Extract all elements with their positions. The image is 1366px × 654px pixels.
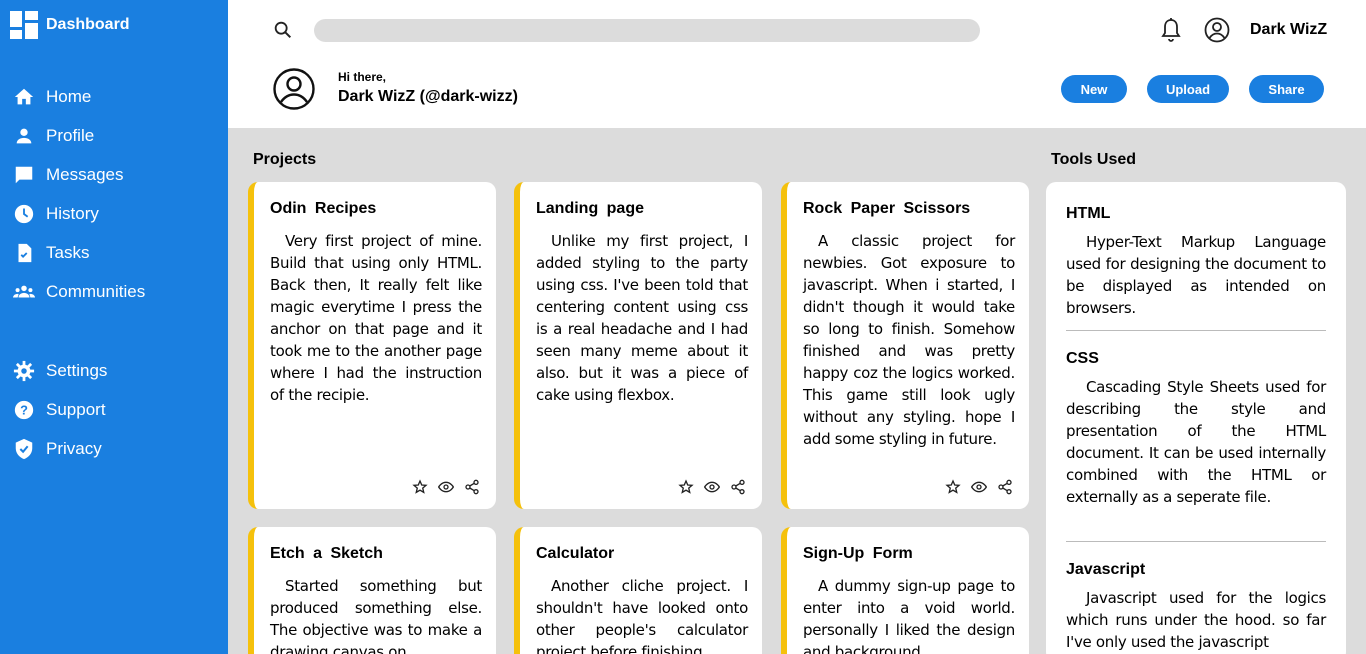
project-description: A classic project for newbies. Got expos…	[803, 232, 1015, 448]
search-icon[interactable]	[272, 19, 294, 41]
group-icon	[12, 280, 36, 304]
clock-icon	[12, 202, 36, 226]
sidebar-item-profile[interactable]: Profile	[12, 123, 94, 149]
share-icon[interactable]	[730, 479, 746, 495]
divider	[1066, 541, 1326, 542]
tool-description: Cascading Style Sheets used for describi…	[1066, 378, 1326, 506]
bell-icon[interactable]	[1159, 17, 1183, 43]
task-icon	[12, 241, 36, 265]
header: Dark WizZ Hi there, Dark WizZ (@dark-wiz…	[228, 0, 1366, 128]
star-icon[interactable]	[412, 479, 428, 495]
dashboard-icon	[10, 11, 38, 39]
project-card[interactable]: Sign-Up Form A dummy sign-up page to ent…	[781, 527, 1029, 654]
brand-label: Dashboard	[46, 16, 130, 33]
share-button[interactable]: Share	[1249, 75, 1324, 103]
sidebar-item-settings[interactable]: Settings	[12, 358, 107, 384]
project-title: Landing page	[536, 200, 644, 217]
tool-item: CSS Cascading Style Sheets used for desc…	[1066, 350, 1326, 508]
sidebar-item-label: Messages	[46, 165, 124, 184]
project-description: Unlike my first project, I added styling…	[536, 232, 748, 404]
sidebar-item-privacy[interactable]: Privacy	[12, 436, 102, 462]
brand[interactable]: Dashboard	[10, 10, 130, 40]
project-card[interactable]: Etch a Sketch Started something but prod…	[248, 527, 496, 654]
project-title: Etch a Sketch	[270, 545, 383, 562]
project-description: Another cliche project. I shouldn't have…	[536, 577, 748, 654]
sidebar-item-messages[interactable]: Messages	[12, 162, 123, 188]
tool-description: Javascript used for the logics which run…	[1066, 589, 1326, 651]
project-title: Odin Recipes	[270, 200, 377, 217]
star-icon[interactable]	[678, 479, 694, 495]
sidebar-item-label: Privacy	[46, 439, 102, 458]
tool-name: CSS	[1066, 350, 1099, 367]
tool-name: HTML	[1066, 205, 1111, 222]
divider	[1066, 330, 1326, 331]
message-icon	[12, 163, 36, 187]
sidebar-item-label: History	[46, 204, 99, 223]
new-button[interactable]: New	[1061, 75, 1127, 103]
eye-icon[interactable]	[703, 479, 721, 495]
eye-icon[interactable]	[970, 479, 988, 495]
sidebar-item-home[interactable]: Home	[12, 84, 91, 110]
tool-item: Javascript Javascript used for the logic…	[1066, 561, 1326, 653]
user-icon[interactable]	[1204, 17, 1230, 43]
display-name: Dark WizZ (@dark-wizz)	[338, 88, 518, 105]
sidebar-item-support[interactable]: ? Support	[12, 397, 106, 423]
projects-title: Projects	[253, 151, 317, 168]
gear-icon	[12, 359, 36, 383]
share-icon[interactable]	[997, 479, 1013, 495]
tool-item: HTML Hyper-Text Markup Language used for…	[1066, 205, 1326, 319]
sidebar-item-label: Profile	[46, 126, 95, 145]
star-icon[interactable]	[945, 479, 961, 495]
person-icon	[12, 124, 36, 148]
sidebar: Dashboard Home Profile Messages History …	[0, 0, 228, 654]
sidebar-item-label: Support	[46, 400, 106, 419]
upload-button[interactable]: Upload	[1147, 75, 1229, 103]
project-title: Rock Paper Scissors	[803, 200, 971, 217]
sidebar-item-communities[interactable]: Communities	[12, 279, 145, 305]
eye-icon[interactable]	[437, 479, 455, 495]
tool-name: Javascript	[1066, 561, 1146, 578]
project-title: Sign-Up Form	[803, 545, 913, 562]
greeting: Hi there,	[338, 70, 387, 84]
sidebar-item-label: Communities	[46, 282, 146, 301]
sidebar-item-label: Settings	[46, 361, 108, 380]
header-username[interactable]: Dark WizZ	[1250, 21, 1327, 39]
project-card[interactable]: Calculator Another cliche project. I sho…	[514, 527, 762, 654]
tools-panel: HTML Hyper-Text Markup Language used for…	[1046, 182, 1346, 654]
project-description: Started something but produced something…	[270, 577, 482, 654]
help-icon: ?	[12, 398, 36, 422]
avatar-icon	[272, 67, 316, 111]
project-card[interactable]: Odin Recipes Very first project of mine.…	[248, 182, 496, 509]
project-card[interactable]: Landing page Unlike my first project, I …	[514, 182, 762, 509]
project-card[interactable]: Rock Paper Scissors A classic project fo…	[781, 182, 1029, 509]
project-description: Very first project of mine. Build that u…	[270, 232, 482, 404]
tools-title: Tools Used	[1051, 151, 1137, 168]
home-icon	[12, 85, 36, 109]
sidebar-item-tasks[interactable]: Tasks	[12, 240, 89, 266]
project-description: A dummy sign-up page to enter into a voi…	[803, 577, 1015, 654]
sidebar-item-history[interactable]: History	[12, 201, 99, 227]
project-title: Calculator	[536, 545, 615, 562]
sidebar-item-label: Home	[46, 87, 92, 106]
sidebar-item-label: Tasks	[46, 243, 90, 262]
share-icon[interactable]	[464, 479, 480, 495]
shield-icon	[12, 437, 36, 461]
tool-description: Hyper-Text Markup Language used for desi…	[1066, 233, 1326, 317]
search-input[interactable]	[314, 19, 980, 42]
svg-text:?: ?	[20, 403, 28, 418]
